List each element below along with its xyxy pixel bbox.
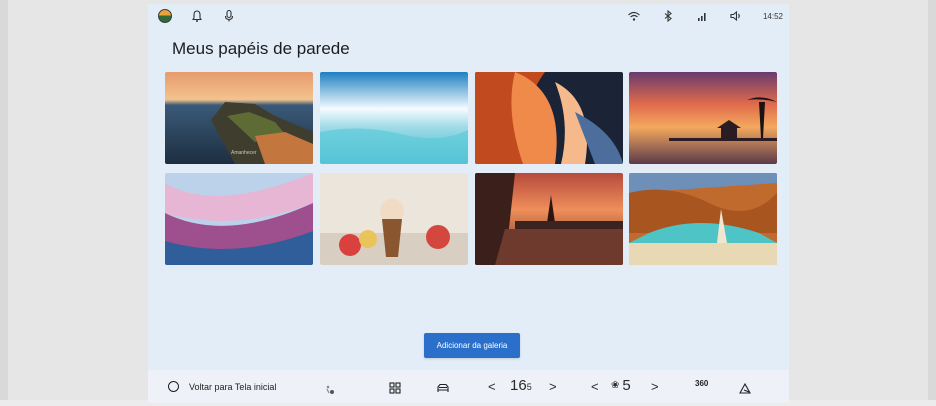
wallpaper-grid: Amanhecer: [165, 72, 777, 266]
grid-menu-icon[interactable]: [388, 381, 402, 395]
wallpaper-abstract-orange-petals[interactable]: [475, 72, 623, 164]
fan-increase-button[interactable]: >: [651, 379, 659, 394]
fan-level: 5: [622, 377, 631, 394]
wallpaper-image: [475, 173, 623, 265]
wallpaper-image: [320, 173, 468, 265]
wallpaper-pastel-silk-waves[interactable]: [165, 173, 313, 265]
bottom-bar: Voltar para Tela inicial < 165 > < ❀ 5 >…: [148, 370, 789, 403]
status-bar: 14:52: [148, 4, 789, 28]
wallpaper-image: [629, 173, 777, 265]
temperature-display: 165: [510, 377, 532, 394]
mic-icon[interactable]: [222, 9, 236, 23]
volume-icon[interactable]: [729, 9, 743, 23]
wallpaper-kitten-in-cup[interactable]: [320, 173, 468, 265]
bell-icon[interactable]: [190, 9, 204, 23]
wallpaper-image: [165, 173, 313, 265]
temp-increase-button[interactable]: >: [549, 379, 557, 394]
wiper-icon[interactable]: [738, 381, 752, 395]
bluetooth-icon[interactable]: [661, 9, 675, 23]
car-icon[interactable]: [436, 381, 450, 395]
wallpaper-frozen-sea[interactable]: [320, 72, 468, 164]
wallpaper-image: [320, 72, 468, 164]
car-display-screen: 14:52 Meus papéis de parede Amanhecer Ad…: [148, 4, 789, 403]
add-from-gallery-button[interactable]: Adicionar da galeria: [424, 333, 520, 358]
page-title: Meus papéis de parede: [172, 39, 350, 58]
back-to-home-button[interactable]: Voltar para Tela inicial: [168, 381, 276, 392]
wallpaper-image: [629, 72, 777, 164]
wallpaper-coastal-cliff-sunset[interactable]: Amanhecer: [165, 72, 313, 164]
wallpaper-pagoda-terrace-sunset[interactable]: [475, 173, 623, 265]
home-circle-icon: [168, 381, 179, 392]
temperature-value: 16: [510, 377, 527, 394]
fan-icon: ❀: [611, 380, 620, 391]
home-label: Voltar para Tela inicial: [189, 381, 277, 392]
frame-left-edge: [0, 0, 8, 406]
frame-right-edge: [928, 0, 936, 406]
fan-display: ❀ 5: [611, 377, 631, 394]
wallpaper-tropical-pier-sunset[interactable]: [629, 72, 777, 164]
fan-decrease-button[interactable]: <: [591, 379, 599, 394]
temp-decrease-button[interactable]: <: [488, 379, 496, 394]
clock: 14:52: [762, 11, 783, 21]
temperature-unit: 5: [526, 382, 532, 392]
signal-icon: [695, 9, 709, 23]
app-avatar-icon[interactable]: [158, 9, 172, 23]
wallpaper-caption: Amanhecer: [231, 150, 257, 156]
wifi-icon[interactable]: [627, 9, 641, 23]
camera-360-icon[interactable]: 360: [695, 379, 708, 388]
wallpaper-image: [475, 72, 623, 164]
wallpaper-sea-cave-beach[interactable]: [629, 173, 777, 265]
seat-heat-icon[interactable]: [323, 381, 337, 395]
